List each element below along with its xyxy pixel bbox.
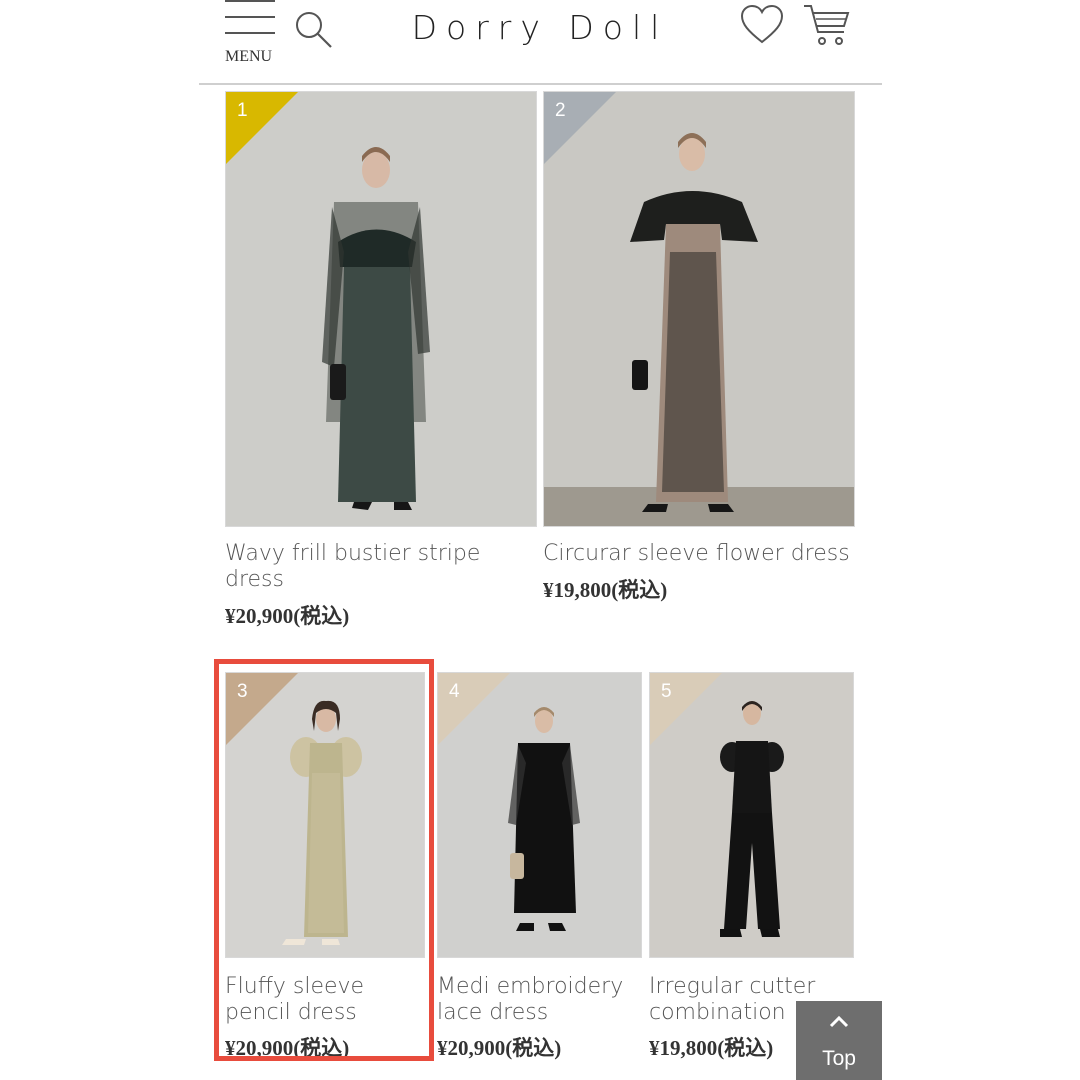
rank-number: 2: [555, 100, 566, 121]
product-image: 4: [437, 672, 642, 958]
site-logo[interactable]: Dorry Doll: [395, 8, 685, 47]
product-name[interactable]: Fluffy sleeve pencil dress: [225, 974, 430, 1026]
product-image: 1: [225, 91, 537, 527]
search-button[interactable]: [292, 8, 336, 52]
menu-button[interactable]: MENU: [222, 0, 278, 70]
site-header: MENU Dorry Doll: [0, 0, 1080, 84]
chevron-up-icon: [829, 1015, 849, 1028]
rank-number: 3: [237, 681, 248, 702]
rank-number: 5: [661, 681, 672, 702]
product-image: 3: [225, 672, 425, 958]
cart-button[interactable]: [802, 2, 852, 50]
product-price: ¥20,900(税込): [225, 604, 350, 628]
header-divider: [199, 83, 882, 85]
product-image: 5: [649, 672, 854, 958]
product-price: ¥20,900(税込): [225, 1036, 350, 1060]
product-price: ¥19,800(税込): [649, 1036, 774, 1060]
heart-icon: [740, 4, 784, 44]
cart-icon: [804, 5, 850, 45]
product-name[interactable]: Circurar sleeve flower dress: [543, 541, 873, 567]
product-name[interactable]: Medi embroidery lace dress: [437, 974, 642, 1026]
search-icon: [296, 12, 332, 48]
back-to-top-label: Top: [822, 1047, 856, 1070]
product-name[interactable]: Wavy frill bustier stripe dress: [225, 541, 537, 593]
back-to-top-button[interactable]: Top: [796, 1001, 882, 1080]
rank-number: 1: [237, 100, 248, 121]
rank-number: 4: [449, 681, 460, 702]
menu-label: MENU: [225, 48, 273, 65]
product-price: ¥19,800(税込): [543, 578, 668, 602]
product-image: 2: [543, 91, 855, 527]
product-price: ¥20,900(税込): [437, 1036, 562, 1060]
favorites-button[interactable]: [738, 2, 786, 46]
